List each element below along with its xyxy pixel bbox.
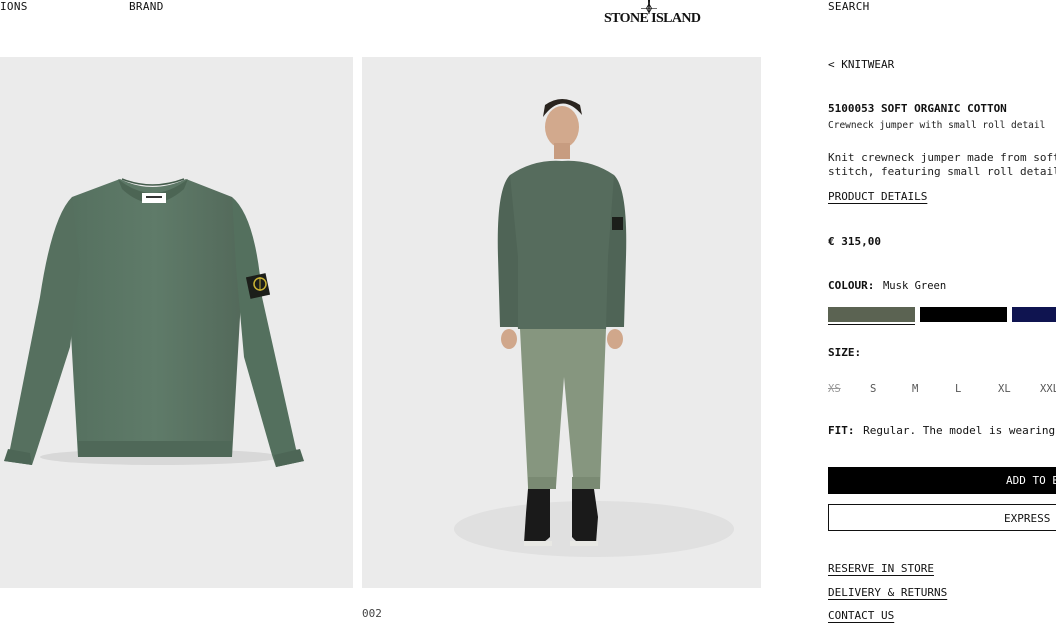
size-option-xxl[interactable]: XXL bbox=[1040, 383, 1056, 395]
express-checkout-label: EXPRESS bbox=[1004, 512, 1051, 525]
size-option-l[interactable]: L bbox=[955, 383, 961, 395]
model-illustration bbox=[454, 99, 734, 557]
search-button[interactable]: SEARCH bbox=[828, 0, 870, 13]
image-counter: 002 bbox=[362, 607, 382, 620]
product-price: € 315,00 bbox=[828, 235, 881, 248]
nav-item-collections[interactable]: IONS bbox=[0, 0, 28, 13]
product-details-link[interactable]: PRODUCT DETAILS bbox=[828, 190, 927, 203]
fit-row: FIT: Regular. The model is wearing bbox=[828, 424, 1055, 437]
product-image-flat[interactable] bbox=[0, 57, 353, 588]
add-to-bag-label: ADD TO B bbox=[1006, 474, 1056, 487]
size-option-s[interactable]: S bbox=[870, 383, 876, 395]
breadcrumb-back-link[interactable]: < KNITWEAR bbox=[828, 58, 894, 71]
swatch-black[interactable] bbox=[920, 307, 1007, 322]
express-checkout-button[interactable]: EXPRESS bbox=[828, 504, 1056, 531]
delivery-returns-link[interactable]: DELIVERY & RETURNS bbox=[828, 586, 947, 599]
swatch-navy[interactable] bbox=[1012, 307, 1056, 322]
product-image-model[interactable] bbox=[362, 57, 761, 588]
reserve-in-store-link[interactable]: RESERVE IN STORE bbox=[828, 562, 934, 575]
size-label: SIZE: bbox=[828, 346, 862, 359]
add-to-bag-button[interactable]: ADD TO B bbox=[828, 467, 1056, 494]
nav-item-brand[interactable]: BRAND bbox=[129, 0, 164, 13]
size-option-xl[interactable]: XL bbox=[998, 383, 1011, 395]
colour-label: COLOUR: bbox=[828, 279, 875, 292]
logo-wordmark: STONE ISLAND bbox=[604, 11, 701, 26]
size-option-xs: XS bbox=[828, 383, 841, 395]
product-description-line-2: stitch, featuring small roll detail bbox=[828, 165, 1056, 178]
swatch-selected-indicator bbox=[828, 324, 915, 325]
fit-value: Regular. The model is wearing bbox=[863, 424, 1056, 437]
colour-value: Musk Green bbox=[882, 280, 947, 292]
product-subtitle: Crewneck jumper with small roll detail bbox=[828, 120, 1046, 131]
fit-label: FIT: bbox=[828, 424, 855, 437]
product-description-line-1: Knit crewneck jumper made from soft bbox=[828, 151, 1056, 164]
product-title: 5100053 SOFT ORGANIC COTTON bbox=[828, 102, 1007, 115]
colour-row: COLOUR: Musk Green bbox=[828, 279, 946, 292]
contact-us-link[interactable]: CONTACT US bbox=[828, 609, 894, 622]
swatch-musk-green[interactable] bbox=[828, 307, 915, 322]
size-option-m[interactable]: M bbox=[912, 383, 918, 395]
sweater-flat-illustration bbox=[4, 178, 304, 467]
brand-logo[interactable]: STONE ISLAND bbox=[604, 0, 701, 30]
